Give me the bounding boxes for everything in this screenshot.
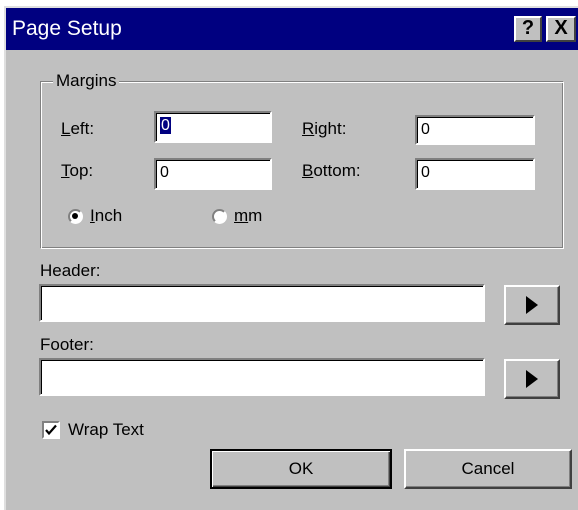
inch-label[interactable]: Inch bbox=[90, 205, 122, 227]
ok-button[interactable]: OK bbox=[210, 449, 392, 489]
mm-label[interactable]: mm bbox=[234, 205, 262, 227]
bottom-margin-value: 0 bbox=[421, 164, 430, 181]
header-label: Header: bbox=[40, 261, 101, 280]
bottom-margin-input[interactable]: 0 bbox=[415, 158, 535, 190]
header-input[interactable] bbox=[39, 284, 485, 322]
left-margin-label: Left: bbox=[61, 119, 95, 138]
cancel-button[interactable]: Cancel bbox=[404, 449, 572, 489]
footer-label: Footer: bbox=[40, 335, 94, 354]
page-setup-dialog: Page Setup ? X Margins Left: 0 Right: 0 … bbox=[4, 6, 578, 510]
mm-radio[interactable] bbox=[212, 209, 227, 224]
footer-input[interactable] bbox=[39, 358, 485, 396]
footer-insert-button[interactable] bbox=[504, 359, 560, 399]
play-arrow-icon bbox=[526, 296, 538, 314]
top-margin-label: Top: bbox=[61, 161, 94, 180]
right-margin-value: 0 bbox=[421, 121, 430, 138]
inch-radio-dot bbox=[72, 213, 78, 219]
wrap-text-checkbox[interactable] bbox=[42, 421, 60, 439]
play-arrow-icon bbox=[526, 370, 538, 388]
right-margin-label: Right: bbox=[302, 119, 347, 138]
wrap-text-label[interactable]: Wrap Text bbox=[68, 419, 144, 441]
close-button[interactable]: X bbox=[546, 16, 576, 42]
margins-group-label: Margins bbox=[53, 70, 120, 92]
help-button[interactable]: ? bbox=[514, 16, 542, 42]
top-margin-input[interactable]: 0 bbox=[154, 158, 272, 190]
right-margin-input[interactable]: 0 bbox=[415, 115, 535, 145]
header-insert-button[interactable] bbox=[504, 285, 560, 325]
checkmark-icon bbox=[45, 424, 57, 436]
window-title: Page Setup bbox=[12, 17, 122, 40]
inch-radio[interactable] bbox=[68, 209, 83, 224]
left-margin-value: 0 bbox=[160, 117, 171, 134]
title-bar[interactable]: Page Setup ? X bbox=[6, 8, 578, 50]
left-margin-input[interactable]: 0 bbox=[154, 111, 272, 143]
bottom-margin-label: Bottom: bbox=[302, 161, 361, 180]
top-margin-value: 0 bbox=[160, 164, 169, 181]
